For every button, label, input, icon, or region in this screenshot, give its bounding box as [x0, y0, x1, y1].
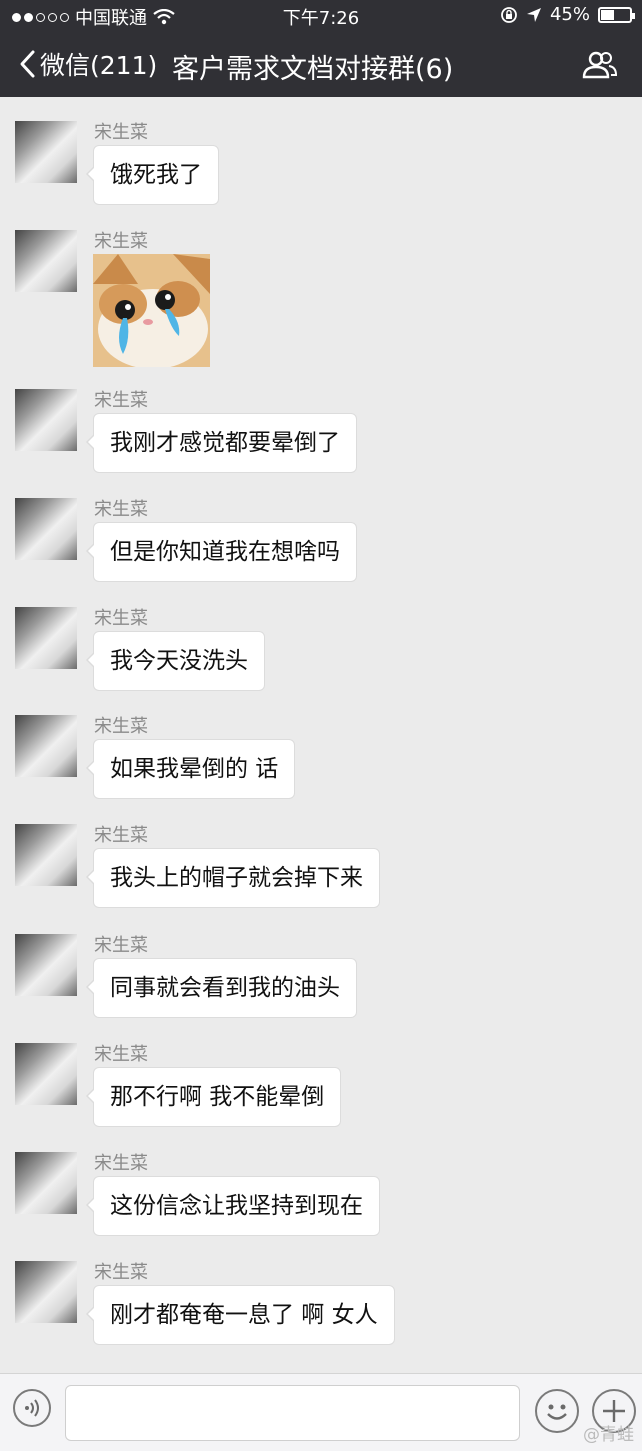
message-bubble[interactable]: 我刚才感觉都要晕倒了: [86, 413, 357, 473]
avatar[interactable]: [15, 1043, 77, 1105]
message-bubble[interactable]: 我头上的帽子就会掉下来: [86, 848, 380, 908]
header: 中国联通 下午7:26 45% 微信(211) 客户需求文档对接群(6): [0, 0, 642, 97]
sender-name: 宋生菜: [94, 499, 148, 520]
chat-title: 客户需求文档对接群(6): [172, 54, 454, 85]
battery-icon: [598, 6, 635, 23]
crying-cat-sticker[interactable]: [93, 254, 210, 367]
back-label: 微信(211): [40, 51, 158, 80]
sender-name: 宋生菜: [94, 825, 148, 846]
smiley-icon: [547, 1404, 567, 1420]
sender-name: 宋生菜: [94, 390, 148, 411]
sender-name: 宋生菜: [94, 1153, 148, 1174]
watermark: @青蛙: [583, 1425, 634, 1445]
avatar[interactable]: [15, 1152, 77, 1214]
group-members-button[interactable]: [582, 50, 618, 84]
message-bubble[interactable]: 同事就会看到我的油头: [86, 958, 357, 1018]
battery-percent: 45%: [549, 4, 590, 25]
avatar[interactable]: [15, 389, 77, 451]
message-bubble[interactable]: 饿死我了: [86, 145, 219, 205]
avatar[interactable]: [15, 824, 77, 886]
message-bubble[interactable]: 那不行啊 我不能晕倒: [85, 1067, 342, 1127]
status-bar: 中国联通 下午7:26 45%: [0, 0, 642, 30]
chevron-left-icon: [20, 50, 35, 78]
sender-name: 宋生菜: [94, 1044, 148, 1065]
location-arrow-icon: [526, 7, 541, 22]
sender-name: 宋生菜: [94, 1262, 148, 1283]
avatar[interactable]: [15, 1261, 77, 1323]
sender-name: 宋生菜: [94, 608, 148, 629]
rotation-lock-icon: [501, 6, 517, 23]
message-bubble[interactable]: 但是你知道我在想啥吗: [86, 522, 357, 582]
back-button[interactable]: 微信(211): [18, 46, 157, 82]
message-bubble[interactable]: 刚才都奄奄一息了 啊 女人: [86, 1285, 395, 1345]
message-bubble[interactable]: 我今天没洗头: [86, 631, 265, 691]
sender-name: 宋生菜: [94, 231, 148, 252]
avatar[interactable]: [15, 230, 77, 292]
emoji-button[interactable]: [535, 1389, 579, 1433]
avatar[interactable]: [15, 498, 77, 560]
message-input[interactable]: [65, 1385, 520, 1441]
voice-icon: [25, 1399, 39, 1417]
input-toolbar: @青蛙: [0, 1373, 642, 1451]
avatar[interactable]: [15, 934, 77, 996]
avatar[interactable]: [15, 715, 77, 777]
message-bubble[interactable]: 这份信念让我坚持到现在: [86, 1176, 380, 1236]
sender-name: 宋生菜: [94, 122, 148, 143]
message-bubble[interactable]: 如果我晕倒的 话: [85, 739, 296, 799]
voice-input-button[interactable]: [13, 1389, 51, 1427]
avatar[interactable]: [15, 121, 77, 183]
sender-name: 宋生菜: [94, 935, 148, 956]
group-members-icon: [582, 51, 618, 79]
avatar[interactable]: [15, 607, 77, 669]
sender-name: 宋生菜: [94, 716, 148, 737]
nav-bar: 微信(211) 客户需求文档对接群(6): [0, 34, 642, 96]
